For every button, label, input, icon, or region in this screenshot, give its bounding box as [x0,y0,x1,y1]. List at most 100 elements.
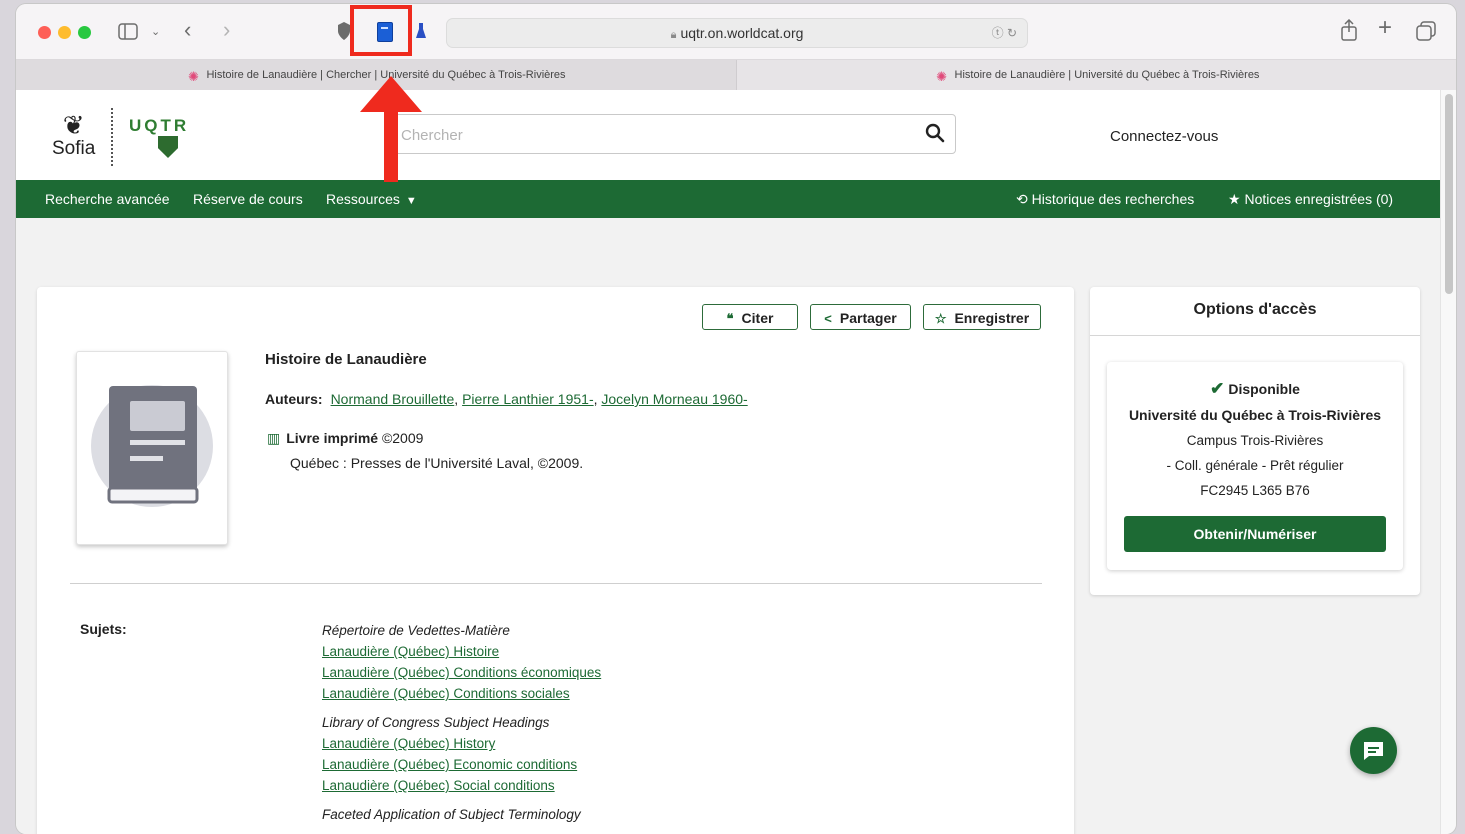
author-link[interactable]: Normand Brouillette [331,391,455,407]
star-outline-icon: ☆ [934,311,947,326]
record-card: ❝ Citer < Partager ☆ Enregistrer Histoire d… [37,287,1074,834]
subjects-label: Sujets: [80,621,127,637]
tab-label: Histoire de Lanaudière | Université du Q… [954,69,1260,81]
subject-link[interactable]: Lanaudière (Québec) Conditions sociales [322,683,601,704]
holding-card: ✔ Disponible Université du Québec à Trois… [1107,362,1403,570]
site-header: ❦ Sofia UQTR Connectez-vous [16,90,1440,180]
tab-overview-icon[interactable] [1416,21,1436,41]
privacy-shield-icon[interactable] [337,21,351,41]
search-icon[interactable] [925,123,945,143]
address-bar[interactable]: 🔒︎ uqtr.on.worldcat.org ⓣ ↻ [446,18,1028,48]
subject-heading: Faceted Application of Subject Terminolo… [322,807,581,822]
nav-advanced-search[interactable]: Recherche avancée [45,191,170,207]
nav-resources[interactable]: Ressources ▼ [326,191,417,207]
record-title: Histoire de Lanaudière [265,351,427,368]
subject-group: Faceted Application of Subject Terminolo… [322,804,601,825]
subject-group: Répertoire de Vedettes-Matière Lanaudièr… [322,620,601,704]
subject-group: Library of Congress Subject Headings Lan… [322,712,601,796]
lock-icon: 🔒︎ [670,29,677,41]
subject-heading: Library of Congress Subject Headings [322,715,550,730]
book-placeholder-icon [91,385,213,507]
subjects-list: Répertoire de Vedettes-Matière Lanaudièr… [322,620,601,833]
search-input[interactable] [399,115,903,155]
nav-search-history[interactable]: ⟲ Historique des recherches [1016,191,1194,208]
sofia-wordmark: Sofia [52,138,96,159]
divider [70,583,1042,584]
publisher: Québec : Presses de l'Université Laval, … [290,455,584,471]
format-label: Livre imprimé [286,430,379,446]
tab-strip: ✺ Histoire de Lanaudière | Chercher | Uni… [16,59,1456,91]
sidebar-toggle-icon[interactable] [118,23,138,40]
holding-campus: Campus Trois-Rivières [1186,433,1324,448]
sofia-logo[interactable]: ❦ Sofia [52,112,95,160]
web-page: ❦ Sofia UQTR Connectez-vous Recherche av… [16,90,1440,834]
worldcat-favicon-icon: ✺ [187,69,199,84]
nav-course-reserve[interactable]: Réserve de cours [193,191,303,207]
divider [1090,335,1420,336]
cite-button[interactable]: ❝ Citer [702,304,798,330]
back-icon[interactable]: ‹ [184,19,191,41]
cite-label: Citer [741,310,774,326]
annotation-arrow-icon [360,76,422,182]
tab-record[interactable]: ✺ Histoire de Lanaudière | Université du … [736,60,1456,90]
history-search-icon: ⟲ [1016,191,1028,207]
uqtr-logo[interactable]: UQTR [129,116,189,136]
access-options-title: Options d'accès [1193,301,1317,318]
holding-collection: - Coll. générale - Prêt régulier [1166,458,1344,473]
availability-status: ✔ Disponible [1107,379,1403,399]
subject-link[interactable]: Lanaudière (Québec) Social conditions [322,775,601,796]
format-year: ©2009 [381,430,424,446]
browser-window: ⌄ ‹ › 🔒︎ uqtr.on.worldcat.org ⓣ ↻ + ✺ Hist… [16,4,1456,834]
access-options-card: Options d'accès ✔ Disponible Université d… [1090,287,1420,595]
subject-link[interactable]: Lanaudière (Québec) Histoire [322,641,601,662]
subject-link[interactable]: Lanaudière (Québec) History [322,733,601,754]
authors-line: Auteurs: Normand Brouillette, Pierre Lant… [265,391,748,407]
subject-link[interactable]: Lanaudière (Québec) Economic conditions [322,754,601,775]
author-link[interactable]: Pierre Lanthier 1951- [462,391,594,407]
page-scrollbar[interactable] [1440,90,1456,834]
chat-button[interactable] [1350,727,1397,774]
uqtr-shield-icon [158,136,178,158]
annotation-highlight-box [350,5,412,56]
format-line: ▥ Livre imprimé ©2009 [267,430,423,447]
subject-link[interactable]: Lanaudière (Québec) Conditions économiqu… [322,662,601,683]
share-label: Partager [839,310,897,326]
checkmark-icon: ✔ [1210,379,1225,398]
url-text: uqtr.on.worldcat.org [680,25,804,41]
close-window-button[interactable] [38,26,51,39]
new-tab-icon[interactable]: + [1378,16,1392,40]
logo-divider [111,108,113,166]
nav-saved-records[interactable]: ★ Notices enregistrées (0) [1228,191,1393,208]
save-label: Enregistrer [954,310,1030,326]
share-icon[interactable] [1340,19,1358,41]
reload-icon[interactable]: ↻ [1007,26,1017,40]
nav-saved-records-label: Notices enregistrées (0) [1244,191,1394,207]
zoom-window-button[interactable] [78,26,91,39]
sofia-leaf-icon: ❦ [62,110,85,140]
browser-toolbar: ⌄ ‹ › 🔒︎ uqtr.on.worldcat.org ⓣ ↻ + [16,4,1456,59]
share-nodes-icon: < [824,311,832,326]
share-button[interactable]: < Partager [810,304,911,330]
quote-icon: ❝ [726,311,734,326]
minimize-window-button[interactable] [58,26,71,39]
authors-label: Auteurs: [265,391,323,407]
search-box [384,114,956,155]
translate-icon[interactable]: ⓣ [992,26,1004,40]
login-link[interactable]: Connectez-vous [1110,128,1218,145]
main-nav: Recherche avancée Réserve de cours Resso… [16,180,1440,218]
author-link[interactable]: Jocelyn Morneau 1960- [601,391,747,407]
nav-search-history-label: Historique des recherches [1031,191,1195,207]
forward-icon[interactable]: › [223,19,230,41]
scrollbar-thumb[interactable] [1445,94,1453,294]
flask-extension-icon[interactable] [415,21,427,41]
subject-heading: Répertoire de Vedettes-Matière [322,623,510,638]
save-button[interactable]: ☆ Enregistrer [923,304,1041,330]
chevron-down-icon: ▼ [405,195,417,207]
book-cover [76,351,228,545]
chat-icon [1364,742,1383,760]
get-digitize-button[interactable]: Obtenir/Numériser [1124,516,1386,552]
books-icon: ▥ [267,430,281,446]
worldcat-favicon-icon: ✺ [936,69,947,84]
chevron-down-icon[interactable]: ⌄ [151,22,160,42]
call-number: FC2945 L365 B76 [1200,483,1310,498]
